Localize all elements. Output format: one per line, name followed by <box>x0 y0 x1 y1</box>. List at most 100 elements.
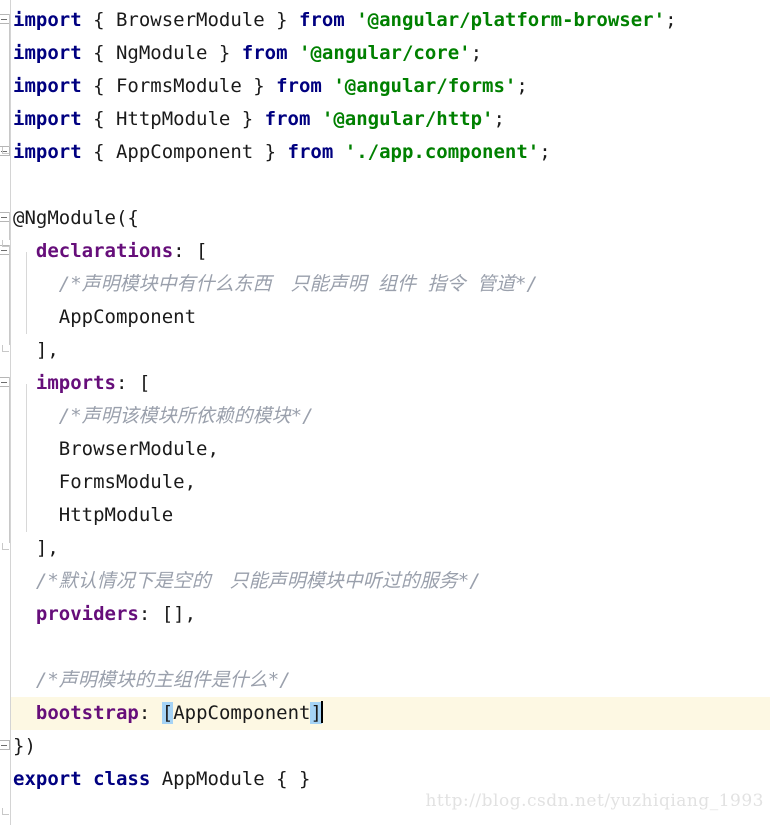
token-kw: import <box>13 42 82 64</box>
token-plain: BrowserModule, <box>13 438 219 460</box>
token-str: '@angular/forms' <box>333 75 517 97</box>
token-prop: providers <box>35 603 139 625</box>
token-kw: import <box>13 141 82 163</box>
token-punc: ; <box>470 42 483 64</box>
line-bootstrap[interactable]: bootstrap: [AppComponent] <box>0 697 770 730</box>
line-text: /*默认情况下是空的 只能声明模块中听过的服务*/ <box>11 565 481 598</box>
line-text: @NgModule({ <box>11 202 139 235</box>
token-str: './app.component' <box>344 141 540 163</box>
line-imports-open[interactable]: imports: [ <box>11 367 770 400</box>
line-text: import { HttpModule } from '@angular/htt… <box>11 103 505 136</box>
token-plain: { NgModule } <box>81 42 242 64</box>
line-declarations-open[interactable]: declarations: [ <box>11 235 770 268</box>
line-text: AppComponent <box>11 301 196 334</box>
line-blank-2[interactable] <box>11 631 770 664</box>
line-text: imports: [ <box>11 367 150 400</box>
line-declaration-appcomponent[interactable]: AppComponent <box>11 301 770 334</box>
token-str: '@angular/http' <box>321 108 494 130</box>
line-comment-bootstrap[interactable]: /*声明模块的主组件是什么*/ <box>11 664 770 697</box>
token-plain: AppComponent <box>173 702 311 724</box>
token-str: '@angular/core' <box>299 42 471 64</box>
token-prop: declarations <box>35 240 174 262</box>
line-text: }) <box>11 730 36 763</box>
token-plain: HttpModule <box>13 504 174 526</box>
token-plain: { BrowserModule } <box>81 9 299 31</box>
line-text: BrowserModule, <box>11 433 219 466</box>
watermark-url: http://blog.csdn.net/yuzhiqiang_1993 <box>425 791 764 811</box>
token-plain: { HttpModule } <box>81 108 265 130</box>
text-cursor <box>320 701 323 723</box>
line-import-browsermodule[interactable]: import { BrowserModule } from '@angular/… <box>11 4 770 37</box>
token-cmt: /*声明该模块所依赖的模块*/ <box>58 405 314 427</box>
fold-region-line-1 <box>9 14 10 147</box>
line-text: export class AppModule { } <box>11 763 310 796</box>
token-punc: : [ <box>173 240 208 262</box>
line-ngmodule-close[interactable]: }) <box>11 730 770 763</box>
line-comment-declarations[interactable]: /*声明模块中有什么东西 只能声明 组件 指令 管道*/ <box>11 268 770 301</box>
token-kw: export class <box>13 768 151 790</box>
code-area[interactable]: import { BrowserModule } from '@angular/… <box>0 0 770 825</box>
token-kw: import <box>13 75 82 97</box>
line-providers[interactable]: providers: [], <box>11 598 770 631</box>
fold-region-end-1 <box>2 147 9 154</box>
token-punc: ], <box>13 537 59 559</box>
line-comment-providers[interactable]: /*默认情况下是空的 只能声明模块中听过的服务*/ <box>11 565 770 598</box>
token-plain: @NgModule({ <box>13 207 139 229</box>
line-import-formsmodule[interactable]: import { FormsModule } from '@angular/fo… <box>11 70 770 103</box>
token-kw: import <box>13 108 82 130</box>
line-declarations-close[interactable]: ], <box>11 334 770 367</box>
code-editor[interactable]: import { BrowserModule } from '@angular/… <box>0 0 770 825</box>
token-brk: [ <box>161 702 174 724</box>
line-text: /*声明模块中有什么东西 只能声明 组件 指令 管道*/ <box>11 268 538 301</box>
line-text: declarations: [ <box>11 235 208 268</box>
token-cmt: /*默认情况下是空的 只能声明模块中听过的服务*/ <box>35 570 481 592</box>
line-ngmodule-decorator[interactable]: @NgModule({ <box>11 202 770 235</box>
token-cmt: /*声明模块的主组件是什么*/ <box>35 669 291 691</box>
token-punc: ; <box>516 75 528 97</box>
token-kw: from <box>264 108 311 130</box>
token-kw: import <box>13 9 82 31</box>
fold-region-line-3 <box>9 245 10 345</box>
fold-region-end-5 <box>2 808 9 815</box>
line-text: import { FormsModule } from '@angular/fo… <box>11 70 528 103</box>
line-text: /*声明模块的主组件是什么*/ <box>11 664 291 697</box>
token-punc: : <box>138 702 162 724</box>
fold-region-end-3 <box>2 345 9 352</box>
token-punc: ; <box>539 141 551 163</box>
token-kw: from <box>287 141 334 163</box>
line-import-ngmodule[interactable]: import { NgModule } from '@angular/core'… <box>11 37 770 70</box>
token-plain: { FormsModule } <box>81 75 277 97</box>
line-import-httpmodule[interactable]: import { HttpModule } from '@angular/htt… <box>11 103 770 136</box>
fold-ngmodule-close[interactable] <box>0 740 10 750</box>
line-comment-imports[interactable]: /*声明该模块所依赖的模块*/ <box>11 400 770 433</box>
fold-region-end-4 <box>2 543 9 550</box>
line-import-entry-browsermodule[interactable]: BrowserModule, <box>11 433 770 466</box>
line-text: import { NgModule } from '@angular/core'… <box>11 37 482 70</box>
line-import-appcomponent[interactable]: import { AppComponent } from './app.comp… <box>11 136 770 169</box>
fold-gutter[interactable] <box>0 0 11 825</box>
token-cmt: /*声明模块中有什么东西 只能声明 组件 指令 管道*/ <box>58 273 538 295</box>
token-punc: ; <box>493 108 505 130</box>
line-text: import { BrowserModule } from '@angular/… <box>11 4 677 37</box>
line-import-entry-formsmodule[interactable]: FormsModule, <box>11 466 770 499</box>
line-blank-1[interactable] <box>11 169 770 202</box>
token-punc: }) <box>13 735 36 757</box>
line-text: bootstrap: [AppComponent] <box>11 697 323 730</box>
token-plain: { AppComponent } <box>81 141 288 163</box>
line-import-entry-httpmodule[interactable]: HttpModule <box>11 499 770 532</box>
token-kw: from <box>241 42 288 64</box>
line-imports-close[interactable]: ], <box>11 532 770 565</box>
line-text: ], <box>11 334 59 367</box>
token-punc: : [], <box>138 603 197 625</box>
